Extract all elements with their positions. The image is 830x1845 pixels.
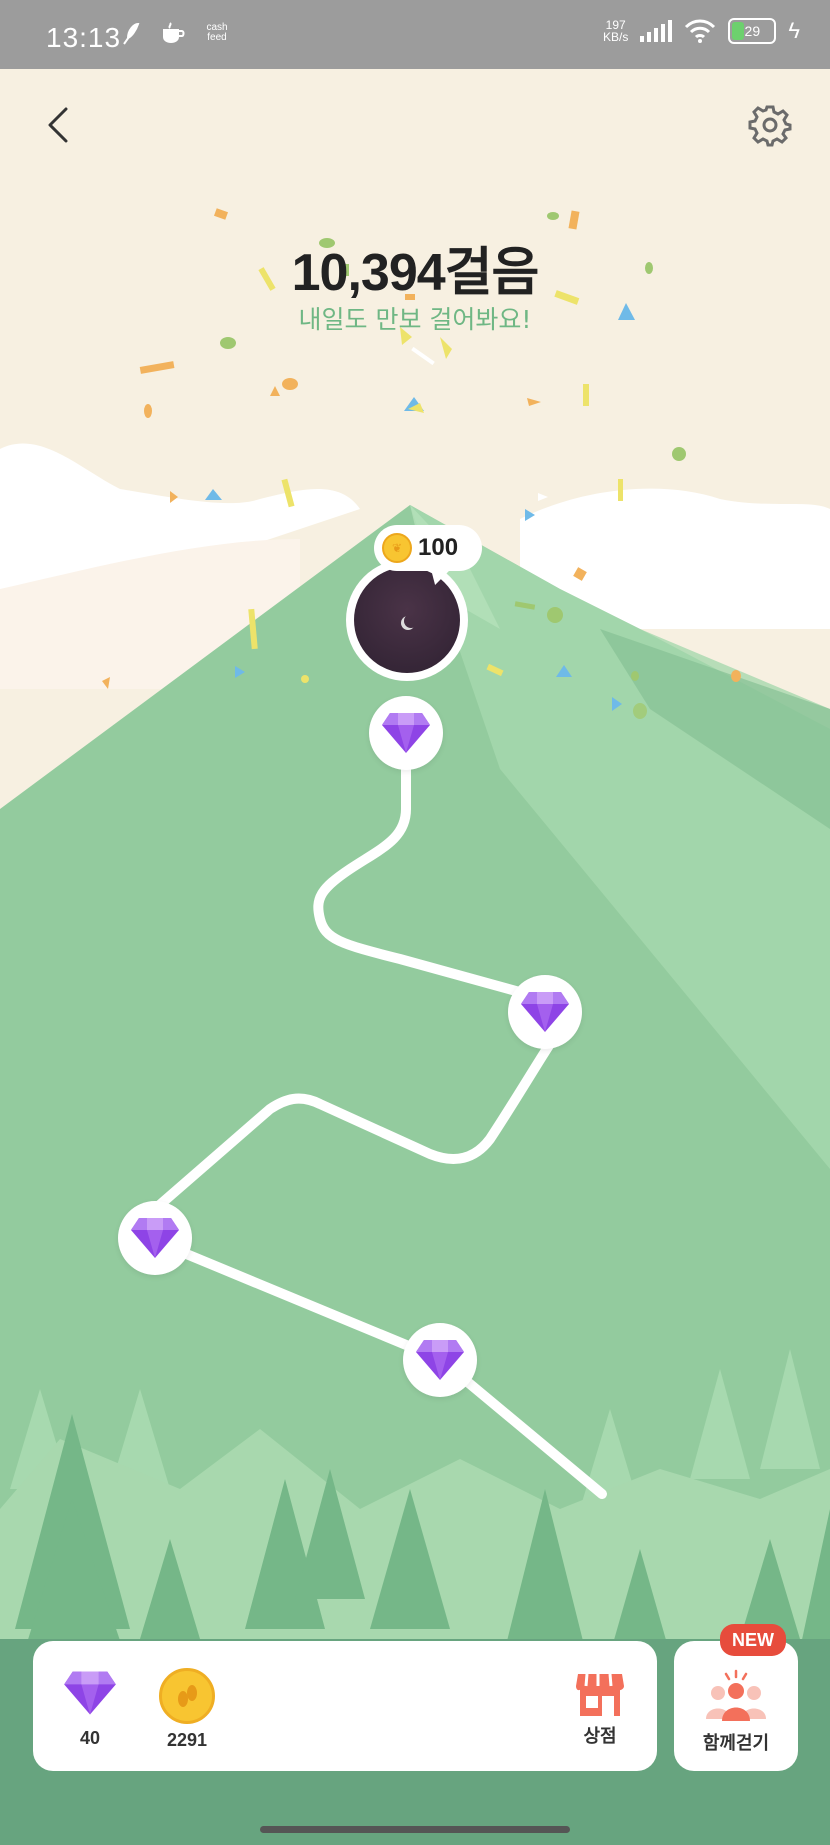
gem-milestone-2[interactable] xyxy=(508,975,582,1049)
group-people-icon xyxy=(706,1669,766,1721)
feather-icon xyxy=(123,22,140,45)
signal-icon xyxy=(640,20,673,42)
back-button[interactable] xyxy=(40,105,80,145)
step-count: 10,394걸음 xyxy=(291,244,540,302)
status-right: 197 KB/s 29 ϟ xyxy=(603,18,800,44)
battery-level: 29 xyxy=(744,23,761,39)
gem-count-label: 40 xyxy=(79,1728,101,1748)
coffee-icon xyxy=(163,22,185,43)
shop-button[interactable]: 상점 xyxy=(570,1668,630,1748)
cashfeed-icon: cash feed xyxy=(206,22,228,43)
store-icon xyxy=(576,1673,624,1716)
walk-together-button[interactable]: 함께걷기 xyxy=(674,1641,798,1771)
shop-label: 상점 xyxy=(583,1726,617,1747)
coin-balance[interactable]: 2291 xyxy=(158,1668,216,1751)
network-speed-unit: KB/s xyxy=(603,30,629,44)
wallet-bar xyxy=(33,1641,657,1771)
gem-balance[interactable]: 40 xyxy=(62,1668,118,1749)
diamond-icon xyxy=(382,713,430,753)
gem-milestone-3[interactable] xyxy=(118,1201,192,1275)
footprint-coin-icon xyxy=(159,1668,215,1724)
gear-icon xyxy=(748,105,792,147)
status-bar: 13:13 cash feed 197 KB/s 29 ϟ xyxy=(0,0,830,69)
gem-milestone-4[interactable] xyxy=(403,1323,477,1397)
charging-icon: ϟ xyxy=(788,18,800,43)
diamond-icon xyxy=(521,992,569,1032)
reward-value: 100 xyxy=(418,534,459,561)
home-indicator[interactable] xyxy=(260,1826,570,1833)
status-time: 13:13 xyxy=(46,22,122,53)
encouragement-text: 내일도 만보 걸어봐요! xyxy=(298,305,532,334)
coin-count-label: 2291 xyxy=(166,1730,208,1750)
settings-button[interactable] xyxy=(748,103,792,147)
diamond-icon xyxy=(131,1218,179,1258)
diamond-icon xyxy=(64,1671,116,1715)
current-position-node[interactable] xyxy=(346,559,468,681)
new-badge: NEW xyxy=(720,1624,786,1656)
diamond-icon xyxy=(416,1340,464,1380)
footprint-coin-icon: ❦ xyxy=(382,533,412,563)
status-app-icons: cash feed xyxy=(120,20,230,46)
network-speed: 197 KB/s xyxy=(603,19,628,43)
battery-icon: 29 xyxy=(728,18,777,44)
walk-together-label: 함께걷기 xyxy=(702,1733,770,1754)
wifi-icon xyxy=(685,19,716,43)
reward-bubble[interactable]: ❦ 100 xyxy=(374,525,482,571)
gem-milestone-1[interactable] xyxy=(369,696,443,770)
chevron-left-icon xyxy=(48,107,68,143)
